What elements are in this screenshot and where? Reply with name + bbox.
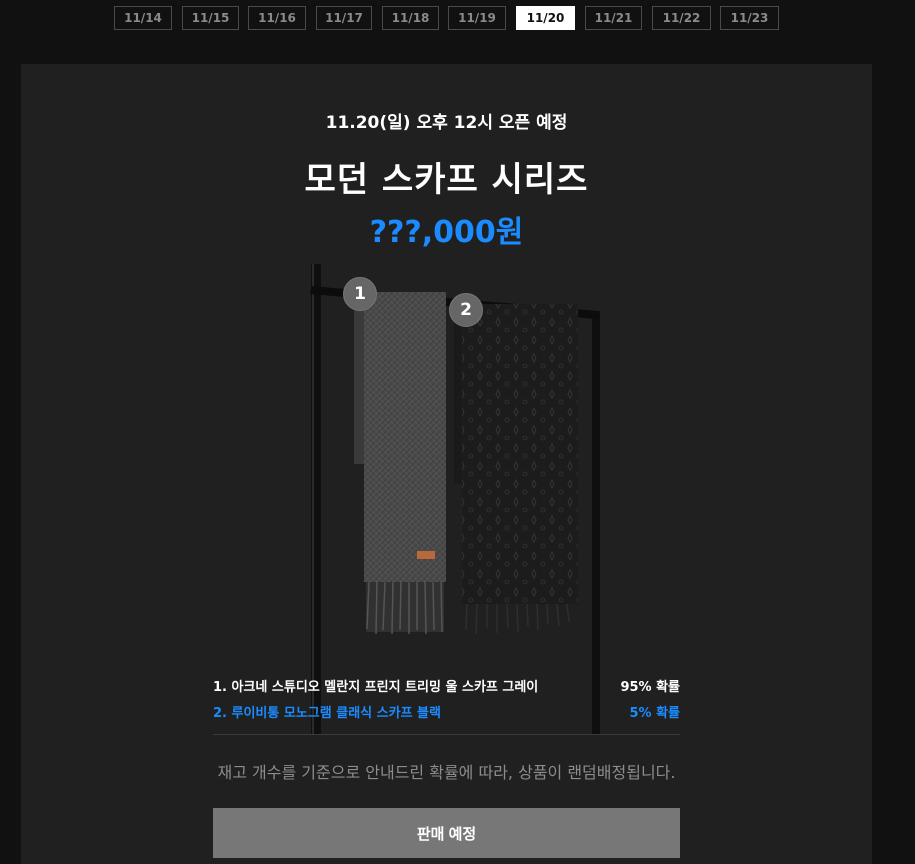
- date-tab-1121[interactable]: 11/21: [585, 6, 642, 30]
- sale-scheduled-button[interactable]: 판매 예정: [213, 808, 680, 858]
- page-title: 모던 스카프 시리즈: [304, 160, 589, 200]
- open-date: 11.20(일) 오후 12시 오픈 예정: [325, 113, 568, 133]
- price: ???,000원: [369, 215, 524, 250]
- random-assignment-notice: 재고 개수를 기준으로 안내드린 확률에 따라, 상품이 랜덤배정됩니다.: [217, 763, 676, 782]
- date-tab-1119[interactable]: 11/19: [448, 6, 506, 30]
- divider: [213, 734, 680, 735]
- item-probability: 5% 확률: [629, 705, 680, 721]
- date-tab-bar: 11/14 11/15 11/16 11/17 11/18 11/19 11/2…: [0, 0, 915, 48]
- date-tab-1114[interactable]: 11/14: [114, 6, 172, 30]
- date-tab-1120[interactable]: 11/20: [516, 6, 575, 30]
- item-name: 1. 아크네 스튜디오 멜란지 프린지 트리밍 울 스카프 그레이: [213, 679, 539, 695]
- item-probability: 95% 확률: [620, 679, 680, 695]
- scarf-1-badge: 1: [343, 277, 377, 311]
- scarf-2-badge: 2: [449, 293, 483, 327]
- date-tab-1122[interactable]: 11/22: [652, 6, 711, 30]
- item-name: 2. 루이비통 모노그램 클래식 스카프 블랙: [213, 705, 441, 721]
- date-tab-1115[interactable]: 11/15: [182, 6, 239, 30]
- probability-row: 1. 아크네 스튜디오 멜란지 프린지 트리밍 울 스카프 그레이 95% 확률: [213, 674, 680, 696]
- date-tab-1116[interactable]: 11/16: [248, 6, 306, 30]
- drop-panel: 1 2 11.20(일) 오후 12시 오픈 예정 모던 스카프 시리즈 ???…: [21, 64, 872, 864]
- date-tab-1123[interactable]: 11/23: [720, 6, 779, 30]
- date-tab-1117[interactable]: 11/17: [316, 6, 372, 30]
- probability-row: 2. 루이비통 모노그램 클래식 스카프 블랙 5% 확률: [213, 700, 680, 722]
- date-tab-1118[interactable]: 11/18: [382, 6, 439, 30]
